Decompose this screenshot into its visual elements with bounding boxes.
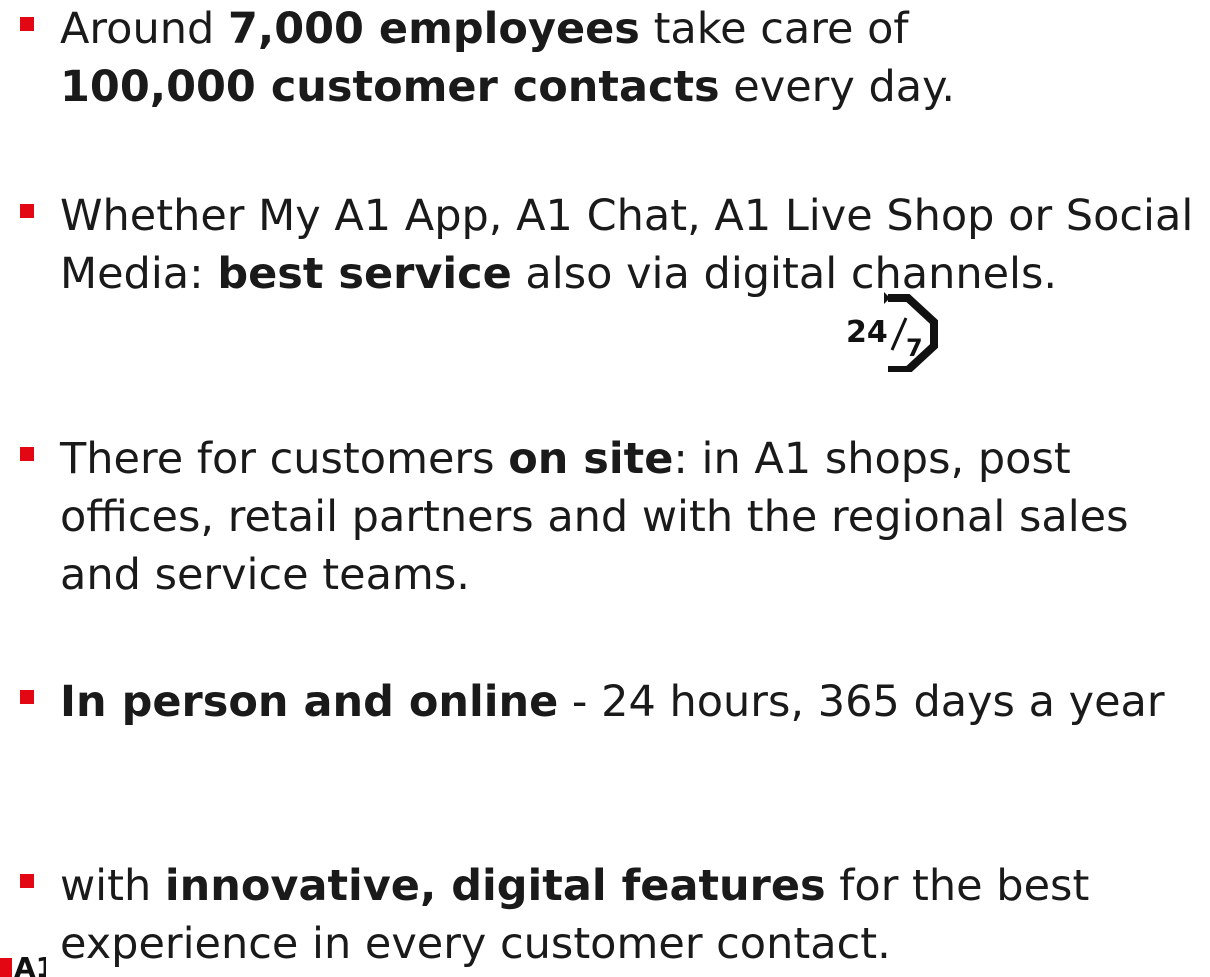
badge-days: 7	[906, 334, 923, 362]
bullet-item-digital-channels: Whether My A1 App, A1 Chat, A1 Live Shop…	[20, 187, 1205, 303]
bullet-text-bold: best service	[217, 249, 512, 299]
bullet-list: Around 7,000 employees take care of 100,…	[0, 0, 1210, 977]
bullet-text-bold: 100,000 customer contacts	[60, 62, 720, 112]
bullet-text-bold: on site	[508, 434, 674, 484]
bullet-text-part: Around	[60, 4, 228, 54]
bullet-text-bold: 7,000 employees	[227, 4, 640, 54]
bullet-marker	[20, 447, 34, 461]
bullet-text-part: There for customers	[60, 434, 509, 484]
bullet-item-on-site: There for customers on site: in A1 shops…	[20, 430, 1205, 604]
clock-24-7-icon: 24 7	[842, 290, 944, 374]
bullet-text-part: - 24 hours, 365 days a year	[558, 677, 1165, 727]
bullet-text: There for customers on site: in A1 shops…	[60, 434, 1129, 600]
bullet-text-part: every day.	[719, 62, 956, 112]
logo-text: A1	[14, 951, 46, 977]
bullet-text: with innovative, digital features for th…	[60, 861, 1089, 969]
bullet-marker	[20, 874, 34, 888]
bullet-text-bold: In person and online	[60, 677, 559, 727]
bullet-text-part: with	[60, 861, 165, 911]
bullet-item-innovative-features: with innovative, digital features for th…	[20, 857, 1205, 973]
a1-logo-icon: A1	[0, 950, 46, 977]
bullet-marker	[20, 204, 34, 218]
bullet-item-employees: Around 7,000 employees take care of 100,…	[20, 0, 1205, 116]
bullet-marker	[20, 690, 34, 704]
bullet-text: Whether My A1 App, A1 Chat, A1 Live Shop…	[60, 191, 1193, 299]
bullet-text: Around 7,000 employees take care of 100,…	[60, 4, 955, 112]
bullet-text-bold: innovative, digital features	[164, 861, 826, 911]
bullet-text-part: also via digital channels.	[511, 249, 1058, 299]
bullet-text: In person and online - 24 hours, 365 day…	[60, 677, 1165, 727]
bullet-item-in-person-online: In person and online - 24 hours, 365 day…	[20, 673, 1205, 731]
bullet-text-part: take care of	[639, 4, 909, 54]
bullet-marker	[20, 17, 34, 31]
badge-hours: 24	[846, 315, 888, 350]
